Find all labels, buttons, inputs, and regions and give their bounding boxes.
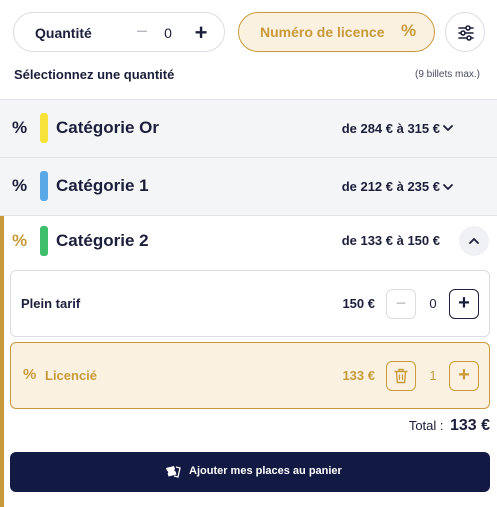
- max-tickets-hint: (9 billets max.): [414, 69, 480, 80]
- tickets-icon: [166, 466, 181, 478]
- category-color-bar: [40, 226, 48, 256]
- ticket-name: Plein tarif: [21, 296, 81, 311]
- ticket-increment-button[interactable]: +: [449, 289, 479, 319]
- category-name: Catégorie 1: [56, 176, 149, 195]
- ticket-increment-button[interactable]: +: [449, 361, 479, 391]
- category-color-bar: [40, 113, 48, 143]
- ticket-row-plein-tarif: Plein tarif 150 € − 0 +: [10, 270, 490, 337]
- quantity-selector: Quantité − 0 +: [13, 12, 225, 52]
- order-total: Total : 133 €: [409, 417, 490, 435]
- filter-button[interactable]: [445, 12, 485, 52]
- quantity-input[interactable]: 0: [156, 17, 180, 49]
- ticket-price: 150 €: [342, 296, 375, 311]
- chevron-down-icon[interactable]: [440, 120, 456, 136]
- total-label: Total :: [408, 418, 444, 433]
- add-to-cart-button[interactable]: Ajouter mes places au panier: [10, 452, 490, 492]
- remove-ticket-button[interactable]: [386, 361, 416, 391]
- category-row-1[interactable]: % Catégorie 1 de 212 € à 235 €: [0, 157, 497, 215]
- category-section-2: % Catégorie 2 de 133 € à 150 € Plein tar…: [0, 215, 497, 507]
- category-price-range: de 284 € à 315 €: [341, 121, 440, 136]
- collapse-button[interactable]: [459, 226, 489, 256]
- category-row-or[interactable]: % Catégorie Or de 284 € à 315 €: [0, 99, 497, 157]
- category-price-range: de 133 € à 150 €: [341, 233, 440, 248]
- trash-icon: [394, 368, 408, 384]
- percent-icon: %: [12, 176, 28, 195]
- add-to-cart-label: Ajouter mes places au panier: [189, 465, 342, 477]
- ticket-row-licencie: % Licencié 133 € 1 +: [10, 342, 490, 409]
- ticket-decrement-button[interactable]: −: [386, 289, 416, 319]
- ticket-name: Licencié: [45, 368, 98, 383]
- percent-icon: %: [12, 118, 28, 137]
- quantity-increment-button[interactable]: +: [186, 18, 216, 48]
- percent-icon: %: [401, 21, 417, 40]
- quantity-decrement-button[interactable]: −: [129, 20, 155, 46]
- sliders-icon: [458, 25, 474, 41]
- ticket-count: 0: [429, 296, 437, 311]
- category-color-bar: [40, 171, 48, 201]
- quantity-label: Quantité: [35, 25, 92, 41]
- ticket-price: 133 €: [342, 368, 375, 383]
- select-quantity-hint: Sélectionnez une quantité: [14, 67, 175, 82]
- licence-number-label: Numéro de licence: [260, 24, 385, 40]
- chevron-up-icon: [469, 238, 479, 244]
- selected-rail: [0, 216, 4, 507]
- percent-icon: %: [12, 231, 28, 250]
- total-value: 133 €: [449, 417, 490, 434]
- category-name: Catégorie Or: [56, 118, 159, 137]
- chevron-down-icon[interactable]: [440, 179, 456, 195]
- category-name: Catégorie 2: [56, 231, 149, 250]
- category-price-range: de 212 € à 235 €: [341, 179, 440, 194]
- percent-icon: %: [23, 366, 37, 383]
- licence-number-button[interactable]: Numéro de licence %: [238, 12, 435, 52]
- ticket-count: 1: [429, 368, 437, 383]
